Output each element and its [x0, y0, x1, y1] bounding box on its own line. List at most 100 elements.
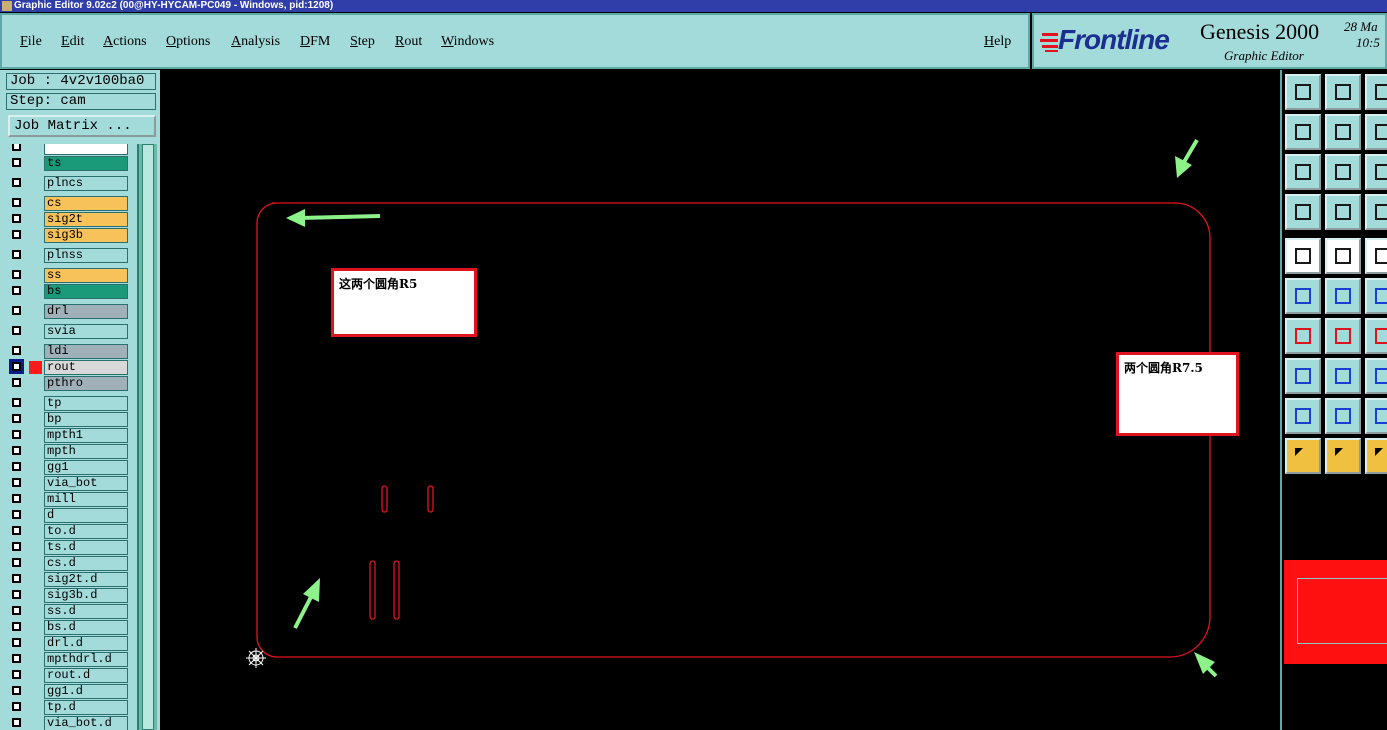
layer-checkbox[interactable]	[12, 718, 21, 727]
layer-name[interactable]: sig3b.d	[44, 588, 128, 603]
layer-checkbox[interactable]	[12, 346, 21, 355]
layer-checkbox[interactable]	[12, 398, 21, 407]
layer-row[interactable]: sig2t.d	[8, 572, 132, 587]
layer-checkbox[interactable]	[12, 462, 21, 471]
layer-row[interactable]: rout	[8, 359, 132, 375]
layer-checkbox[interactable]	[12, 270, 21, 279]
layer-checkbox[interactable]	[12, 250, 21, 259]
layer-checkbox[interactable]	[9, 359, 24, 374]
layer-row[interactable]: plnss	[8, 248, 132, 263]
layer-name[interactable]: cs.d	[44, 556, 128, 571]
layer-name[interactable]: tp	[44, 396, 128, 411]
menu-analysis[interactable]: Analysis	[231, 34, 280, 50]
layer-checkbox[interactable]	[12, 510, 21, 519]
layer-name[interactable]: pthro	[44, 376, 128, 391]
layer-checkbox[interactable]	[12, 286, 21, 295]
layer-scrollbar[interactable]	[137, 144, 157, 730]
layer-row[interactable]: mill	[8, 492, 132, 507]
layer-row[interactable]: sig3b.d	[8, 588, 132, 603]
layer-name[interactable]: bs	[44, 284, 128, 299]
layer-row[interactable]: tp	[8, 396, 132, 411]
layer-name[interactable]: gg1.d	[44, 684, 128, 699]
layer-name[interactable]: via_bot.d	[44, 716, 128, 730]
layer-checkbox[interactable]	[12, 214, 21, 223]
copy-pads-button[interactable]	[1285, 358, 1321, 394]
layer-checkbox[interactable]	[12, 230, 21, 239]
layer-name[interactable]: sig2t	[44, 212, 128, 227]
layer-checkbox[interactable]	[12, 414, 21, 423]
layer-checkbox[interactable]	[12, 158, 21, 167]
layer-name[interactable]: ldi	[44, 344, 128, 359]
layer-name[interactable]: mill	[44, 492, 128, 507]
menu-actions[interactable]: Actions	[103, 34, 147, 50]
layer-checkbox[interactable]	[12, 494, 21, 503]
select-arrow-button[interactable]	[1285, 438, 1321, 474]
layer-row[interactable]: ss.d	[8, 604, 132, 619]
layer-row[interactable]: ldi	[8, 344, 132, 359]
job-matrix-button[interactable]: Job Matrix ...	[8, 115, 156, 137]
menu-options[interactable]: Options	[166, 34, 210, 50]
line-segment-button[interactable]	[1325, 358, 1361, 394]
layer-row[interactable]: svia	[8, 324, 132, 339]
layer-row[interactable]: gg1.d	[8, 684, 132, 699]
layer-row[interactable]: bs	[8, 284, 132, 299]
layer-connect-button[interactable]	[1365, 194, 1387, 230]
zoom-center-button[interactable]	[1325, 154, 1361, 190]
ruler-button[interactable]	[1365, 238, 1387, 274]
measure-button[interactable]	[1365, 358, 1387, 394]
layer-row[interactable]: mpth	[8, 444, 132, 459]
layer-checkbox[interactable]	[12, 478, 21, 487]
zoom-1to1-button[interactable]	[1365, 154, 1387, 190]
layer-name[interactable]: mpth1	[44, 428, 128, 443]
layer-name[interactable]: sig2t.d	[44, 572, 128, 587]
tools-palette-button[interactable]	[1285, 194, 1321, 230]
layer-row[interactable]: mpth1	[8, 428, 132, 443]
layer-checkbox[interactable]	[12, 686, 21, 695]
layer-row[interactable]: cs.d	[8, 556, 132, 571]
layer-row[interactable]: drl.d	[8, 636, 132, 651]
add-rect-button[interactable]	[1325, 238, 1361, 274]
layer-row[interactable]: gg1	[8, 460, 132, 475]
layer-checkbox[interactable]	[12, 306, 21, 315]
layer-name[interactable]: plnss	[44, 248, 128, 263]
graphic-canvas[interactable]: 这两个圆角R5 两个圆角R7.5	[160, 70, 1280, 730]
line-draw-button[interactable]	[1325, 318, 1361, 354]
undo-zoom-button[interactable]	[1365, 114, 1387, 150]
layer-name[interactable]: drl	[44, 304, 128, 319]
menu-help[interactable]: Help	[984, 34, 1011, 50]
layer-row[interactable]	[8, 144, 132, 155]
zoom-fit-button[interactable]	[1285, 154, 1321, 190]
cross-button[interactable]	[1325, 278, 1361, 314]
layer-row[interactable]: sig3b	[8, 228, 132, 243]
layer-checkbox[interactable]	[12, 670, 21, 679]
layer-row[interactable]: ts.d	[8, 540, 132, 555]
layer-name[interactable]: sig3b	[44, 228, 128, 243]
layer-name[interactable]: drl.d	[44, 636, 128, 651]
page-down-button[interactable]	[1325, 74, 1361, 110]
layer-row[interactable]: pthro	[8, 376, 132, 391]
layer-checkbox[interactable]	[12, 702, 21, 711]
layer-name[interactable]: mpthdrl.d	[44, 652, 128, 667]
layer-checkbox[interactable]	[12, 446, 21, 455]
menu-edit[interactable]: Edit	[61, 34, 84, 50]
layer-name[interactable]: gg1	[44, 460, 128, 475]
layer-name[interactable]: ss.d	[44, 604, 128, 619]
layer-row[interactable]: via_bot	[8, 476, 132, 491]
layer-checkbox[interactable]	[12, 574, 21, 583]
layer-row[interactable]: tp.d	[8, 700, 132, 715]
layer-name[interactable]	[44, 144, 128, 155]
layer-row[interactable]: bs.d	[8, 620, 132, 635]
layer-row[interactable]: ss	[8, 268, 132, 283]
layer-row[interactable]: to.d	[8, 524, 132, 539]
page-up-button[interactable]	[1285, 74, 1321, 110]
layer-row[interactable]: plncs	[8, 176, 132, 191]
layer-checkbox[interactable]	[12, 526, 21, 535]
layer-row[interactable]: bp	[8, 412, 132, 427]
layer-name[interactable]: bp	[44, 412, 128, 427]
layer-checkbox[interactable]	[12, 622, 21, 631]
layer-checkbox[interactable]	[12, 654, 21, 663]
menu-dfm[interactable]: DFM	[300, 34, 330, 50]
layer-name[interactable]: rout.d	[44, 668, 128, 683]
layer-checkbox[interactable]	[12, 590, 21, 599]
multi-triangle-button[interactable]	[1325, 398, 1361, 434]
